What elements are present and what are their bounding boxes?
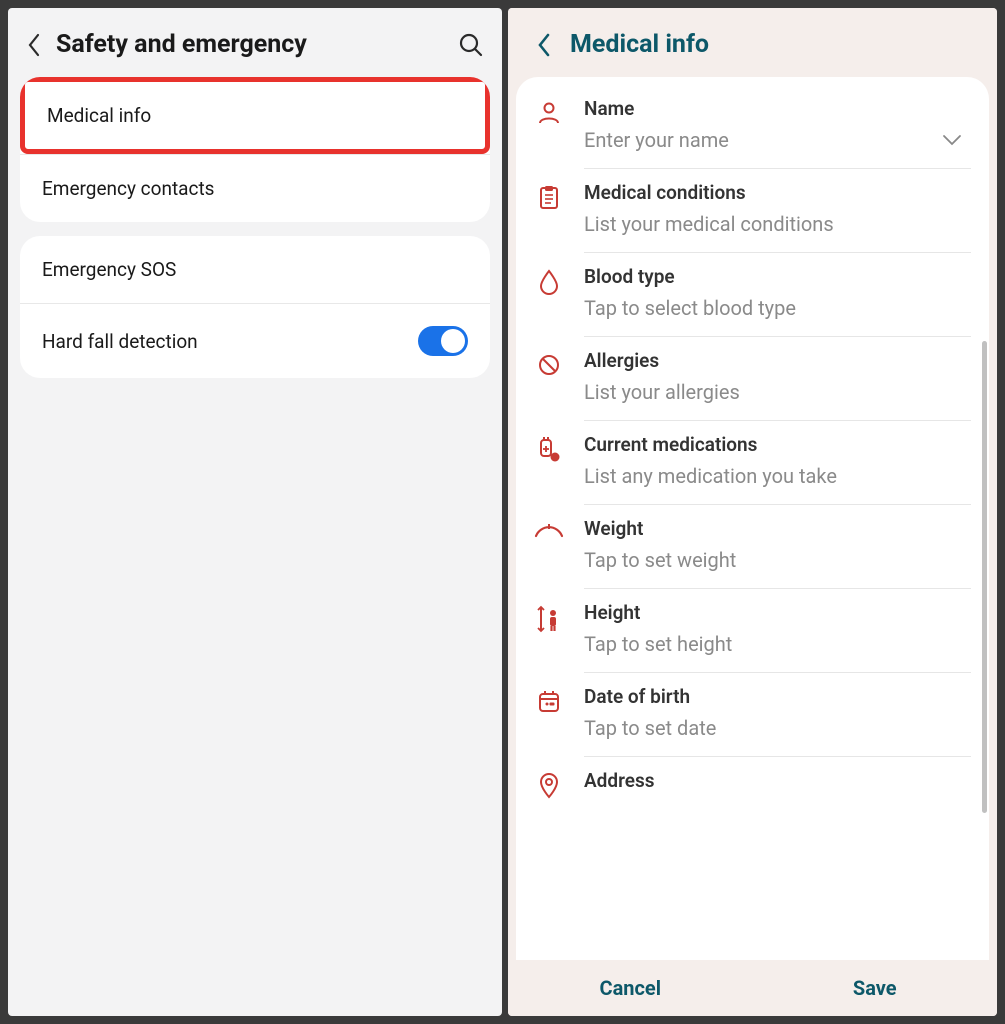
field-allergies[interactable]: Allergies List your allergies <box>516 337 989 421</box>
field-weight[interactable]: Weight Tap to set weight <box>516 505 989 589</box>
clipboard-icon <box>534 185 564 215</box>
medical-info-form: Name Enter your name Medical conditions … <box>516 77 989 960</box>
page-title: Medical info <box>570 30 709 59</box>
field-height[interactable]: Height Tap to set height <box>516 589 989 673</box>
field-label: Date of birth <box>584 685 971 708</box>
pill-icon <box>534 437 564 467</box>
field-label: Allergies <box>584 349 971 372</box>
field-label: Height <box>584 601 971 624</box>
field-label: Weight <box>584 517 971 540</box>
field-placeholder: Tap to select blood type <box>584 296 971 320</box>
field-label: Address <box>584 769 971 792</box>
field-placeholder: List your allergies <box>584 380 971 404</box>
item-emergency-contacts[interactable]: Emergency contacts <box>20 154 490 222</box>
item-hard-fall-detection: Hard fall detection <box>20 303 490 378</box>
field-label: Medical conditions <box>584 181 971 204</box>
back-icon[interactable] <box>26 32 42 58</box>
field-date-of-birth[interactable]: Date of birth Tap to set date <box>516 673 989 757</box>
safety-emergency-pane: Safety and emergency Medical info Emerge… <box>8 8 502 1016</box>
field-label: Name <box>584 97 971 120</box>
blood-drop-icon <box>534 269 564 299</box>
field-placeholder: Tap to set height <box>584 632 971 656</box>
medical-info-pane: Medical info Name Enter your name Medica… <box>508 8 997 1016</box>
no-symbol-icon <box>534 353 564 383</box>
field-name[interactable]: Name Enter your name <box>516 85 989 169</box>
cancel-button[interactable]: Cancel <box>508 976 753 1000</box>
item-emergency-sos[interactable]: Emergency SOS <box>20 236 490 303</box>
item-label: Hard fall detection <box>42 330 198 353</box>
back-icon[interactable] <box>536 32 552 58</box>
item-label: Emergency contacts <box>42 177 214 200</box>
chevron-down-icon[interactable] <box>941 133 963 147</box>
bottom-bar: Cancel Save <box>508 960 997 1016</box>
save-button[interactable]: Save <box>753 976 998 1000</box>
item-medical-info[interactable]: Medical info <box>20 77 490 154</box>
card-group-info: Medical info Emergency contacts <box>20 77 490 222</box>
field-placeholder: List any medication you take <box>584 464 971 488</box>
field-current-medications[interactable]: Current medications List any medication … <box>516 421 989 505</box>
person-icon <box>534 101 564 131</box>
page-title: Safety and emergency <box>56 30 458 59</box>
right-header: Medical info <box>508 8 997 77</box>
hard-fall-toggle[interactable] <box>418 326 468 356</box>
calendar-icon <box>534 689 564 719</box>
scrollbar[interactable] <box>982 341 987 813</box>
item-label: Emergency SOS <box>42 258 176 281</box>
field-address[interactable]: Address <box>516 757 989 806</box>
item-label: Medical info <box>47 104 151 127</box>
search-icon[interactable] <box>458 32 484 58</box>
field-placeholder: Enter your name <box>584 128 971 152</box>
field-label: Blood type <box>584 265 971 288</box>
field-blood-type[interactable]: Blood type Tap to select blood type <box>516 253 989 337</box>
field-placeholder: List your medical conditions <box>584 212 971 236</box>
left-header: Safety and emergency <box>8 8 502 77</box>
height-icon <box>534 605 564 635</box>
field-label: Current medications <box>584 433 971 456</box>
card-group-sos: Emergency SOS Hard fall detection <box>20 236 490 378</box>
scale-icon <box>534 521 564 551</box>
field-placeholder: Tap to set weight <box>584 548 971 572</box>
field-medical-conditions[interactable]: Medical conditions List your medical con… <box>516 169 989 253</box>
field-placeholder: Tap to set date <box>584 716 971 740</box>
location-pin-icon <box>534 773 564 803</box>
